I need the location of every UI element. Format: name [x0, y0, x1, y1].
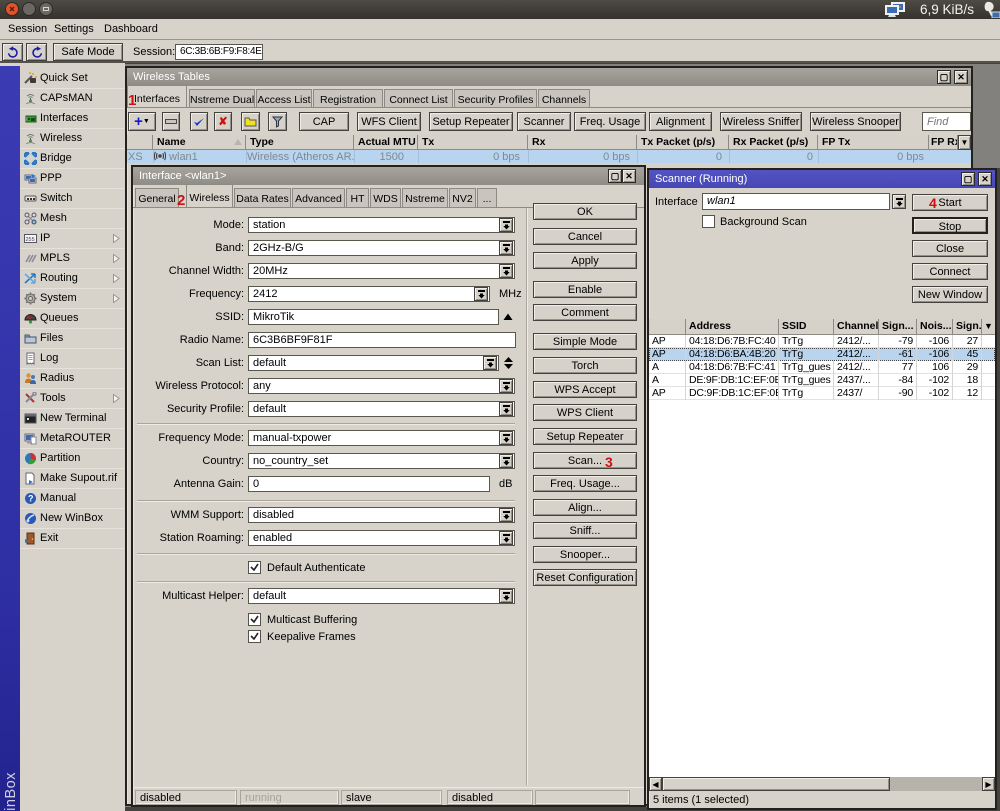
svg-text:?: ? [28, 494, 34, 504]
svg-text:255: 255 [26, 237, 35, 243]
